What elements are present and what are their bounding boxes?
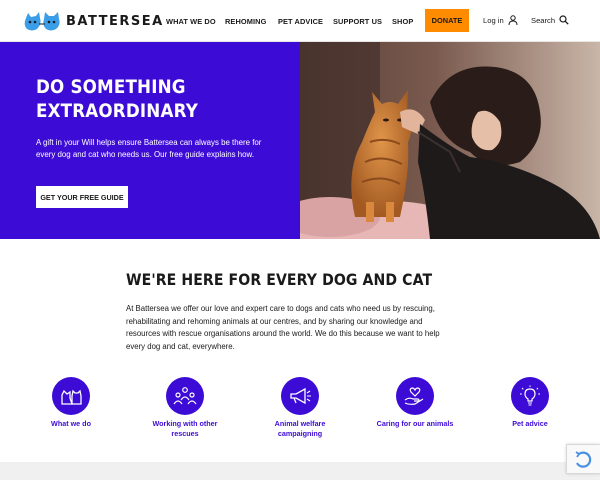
intro-title: WE'RE HERE FOR EVERY DOG AND CAT: [126, 270, 433, 289]
hero-panel: DO SOMETHING EXTRAORDINARY A gift in you…: [0, 42, 300, 239]
hero-title-line1: DO SOMETHING: [36, 76, 186, 98]
site-header: BATTERSEA WHAT WE DO REHOMING PET ADVICE…: [0, 0, 600, 42]
nav-what-we-do[interactable]: WHAT WE DO: [166, 17, 216, 26]
hero-text: A gift in your Will helps ensure Batters…: [36, 138, 262, 160]
megaphone-icon: [290, 387, 311, 405]
feature-caring-for-animals[interactable]: Caring for our animals: [375, 377, 455, 429]
battersea-logo[interactable]: BATTERSEA: [22, 10, 164, 32]
dog-cat-logo-icon: [24, 12, 60, 31]
nav-rehoming[interactable]: REHOMING: [225, 17, 266, 26]
woman-cat-photo: [300, 42, 600, 239]
nav-shop[interactable]: SHOP: [392, 17, 413, 26]
feature-circle: [396, 377, 434, 415]
user-icon: [508, 15, 518, 25]
recaptcha-icon: [575, 451, 592, 468]
search-link[interactable]: Search: [531, 15, 569, 25]
hero-photo: [300, 42, 600, 239]
feature-label: Working with other rescues: [152, 419, 218, 438]
feature-label: Animal welfare campaigning: [274, 419, 326, 438]
feature-label: Pet advice: [512, 419, 548, 428]
donate-button[interactable]: DONATE: [425, 9, 469, 32]
login-link[interactable]: Log in: [483, 15, 518, 25]
feature-circle: [281, 377, 319, 415]
get-free-guide-button[interactable]: GET YOUR FREE GUIDE: [36, 186, 128, 208]
feature-pet-advice[interactable]: Pet advice: [490, 377, 570, 429]
feature-label: What we do: [51, 419, 91, 428]
nav-pet-advice[interactable]: PET ADVICE: [278, 17, 323, 26]
dog-cat-icon: [61, 389, 82, 405]
feature-working-with-rescues[interactable]: Working with other rescues: [145, 377, 225, 438]
hero-title: DO SOMETHING EXTRAORDINARY: [36, 75, 256, 123]
intro-text: At Battersea we offer our love and exper…: [126, 304, 440, 351]
people-group-icon: [173, 387, 197, 405]
feature-what-we-do[interactable]: What we do: [31, 377, 111, 429]
logo-text: BATTERSEA: [66, 13, 164, 29]
login-label: Log in: [483, 15, 504, 25]
hero-title-line2: EXTRAORDINARY: [36, 100, 199, 122]
heart-hand-icon: [404, 387, 424, 405]
feature-circle: [166, 377, 204, 415]
feature-animal-welfare[interactable]: Animal welfare campaigning: [260, 377, 340, 438]
feature-label: Caring for our animals: [376, 419, 454, 428]
search-label: Search: [531, 15, 556, 25]
nav-support-us[interactable]: SUPPORT US: [333, 17, 382, 26]
feature-circle: [511, 377, 549, 415]
lightbulb-icon: [520, 385, 540, 406]
recaptcha-badge[interactable]: [566, 444, 600, 474]
footer-strip: [0, 462, 600, 480]
feature-circle: [52, 377, 90, 415]
search-icon: [559, 15, 569, 25]
